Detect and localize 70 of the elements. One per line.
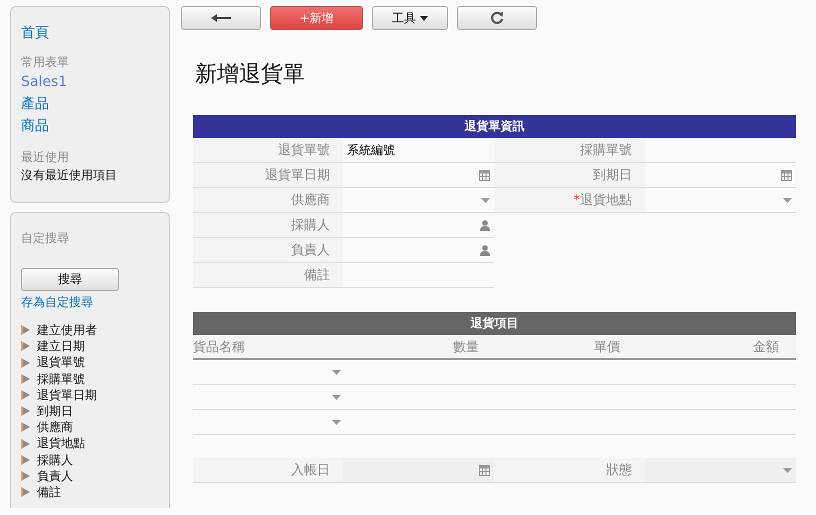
field-label: 退貨單日期 [193,163,343,187]
expand-triangle-icon [21,406,30,416]
filter-field[interactable]: 備註 [37,484,61,500]
expand-triangle-icon [21,374,30,384]
form-link[interactable]: 商品 [21,115,49,137]
calendar-icon [479,464,490,476]
field-label: 入帳日 [193,458,343,482]
input-field[interactable]: 系統編號 [343,138,494,162]
refresh-icon [490,11,504,25]
expand-triangle-icon [21,454,30,465]
filter-field[interactable]: 退貨地點 [37,435,85,452]
filter-field[interactable]: 建立使用者 [37,322,97,338]
expand-triangle-icon [21,358,30,368]
section-heading: 最近使用 [21,149,69,166]
filter-field[interactable]: 建立日期 [37,338,85,354]
field-label: 到期日 [494,163,645,187]
dropdown-arrow-icon [783,198,792,202]
dropdown-arrow-icon [481,198,490,202]
dropdown-arrow-icon [332,420,341,424]
calendar-icon [479,169,490,181]
expand-triangle-icon [21,390,30,400]
back-button[interactable] [181,6,261,30]
search-button[interactable]: 搜尋 [21,268,119,291]
expand-triangle-icon [21,341,30,352]
save-search-link[interactable]: 存為自定搜尋 [21,294,93,310]
input-field[interactable] [645,458,796,482]
calendar-icon [781,169,792,181]
field-label: 採購單號 [494,138,645,162]
dropdown-arrow-icon [783,468,792,472]
filter-field[interactable]: 供應商 [37,419,73,436]
dropdown-arrow-icon [332,394,341,400]
column-header: 數量 [453,338,479,356]
empty-message: 沒有最近使用項目 [21,167,117,184]
field-label: 退貨單號 [193,138,343,162]
expand-triangle-icon [21,325,30,336]
column-header: 貨品名稱 [193,338,246,356]
filter-field[interactable]: 採購單號 [37,370,85,387]
dropdown-arrow-icon [332,370,341,374]
field-label: 狀態 [494,458,645,482]
filter-field[interactable]: 到期日 [37,403,73,420]
filter-field[interactable]: 退貨單日期 [37,386,97,404]
filter-field[interactable]: 負責人 [37,468,73,484]
section-header: 退貨項目 [193,312,796,335]
new-button[interactable]: +新增 [270,6,363,30]
expand-triangle-icon [21,438,30,449]
section-heading: 自定搜尋 [21,230,69,247]
refresh-button[interactable] [457,6,537,30]
filter-field[interactable]: 採購人 [37,452,73,468]
person-icon [480,244,490,256]
page-title: 新增退貨單 [195,61,306,89]
field-label: 供應商 [193,188,343,212]
expand-triangle-icon [21,422,30,432]
form-link[interactable]: 產品 [21,93,49,115]
back-arrow-icon [211,14,231,22]
column-header: 金額 [753,338,779,356]
expand-triangle-icon [21,470,30,481]
field-label: 負責人 [193,238,343,262]
section-header: 退貨單資訊 [193,115,796,138]
field-label: *退貨地點 [494,188,645,212]
section-heading: 常用表單 [21,54,69,71]
tools-button[interactable]: 工具 [372,6,448,30]
expand-triangle-icon [21,487,30,498]
caret-icon [420,16,428,20]
column-header: 單價 [594,338,620,356]
home-link[interactable]: 首頁 [21,22,49,44]
input-field[interactable] [343,458,494,482]
filter-field[interactable]: 退貨單號 [37,354,85,371]
person-icon [480,220,490,230]
field-label: 備註 [193,263,343,287]
field-label: 採購人 [193,213,343,237]
